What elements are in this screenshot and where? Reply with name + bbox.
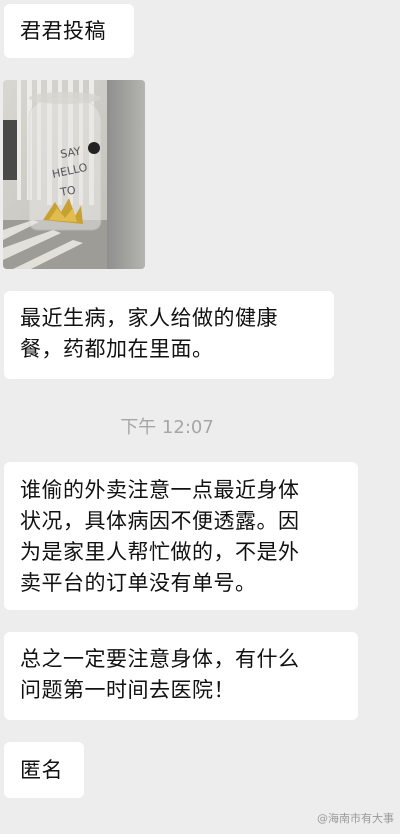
message-text: 总之一定要注意身体，有什么 问题第一时间去医院！ — [20, 647, 300, 702]
message-bubble-3[interactable]: 谁偷的外卖注意一点最近身体 状况，具体病因不便透露。因 为是家里人帮忙做的，不是… — [4, 462, 358, 610]
message-bubble-1[interactable]: 君君投稿 — [4, 4, 134, 58]
message-bubble-4[interactable]: 总之一定要注意身体，有什么 问题第一时间去医院！ — [4, 632, 358, 720]
message-text: 最近生病，家人给做的健康 餐，药都加在里面。 — [20, 306, 278, 361]
message-text: 君君投稿 — [20, 19, 106, 43]
message-text: 谁偷的外卖注意一点最近身体 状况，具体病因不便透露。因 为是家里人帮忙做的，不是… — [20, 478, 300, 595]
message-text: 匿名 — [20, 758, 63, 782]
message-timestamp: 下午 12:07 — [120, 417, 214, 438]
photo-image: SAY HELLO TO — [3, 80, 145, 269]
message-bubble-2[interactable]: 最近生病，家人给做的健康 餐，药都加在里面。 — [4, 291, 334, 379]
message-bubble-5[interactable]: 匿名 — [4, 742, 84, 798]
watermark: @海南市有大事 — [317, 812, 394, 825]
message-photo[interactable]: SAY HELLO TO — [3, 80, 145, 269]
